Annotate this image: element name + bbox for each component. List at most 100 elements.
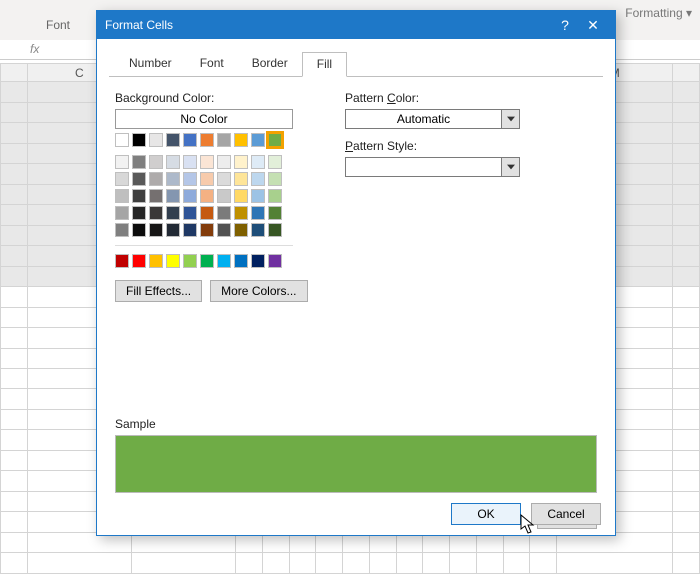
nocolor-button[interactable]: No Color [115, 109, 293, 129]
cell[interactable] [1, 164, 28, 184]
color-swatch[interactable] [200, 206, 214, 220]
color-swatch[interactable] [251, 223, 265, 237]
color-swatch[interactable] [200, 155, 214, 169]
color-swatch[interactable] [115, 172, 129, 186]
color-swatch[interactable] [115, 155, 129, 169]
color-swatch[interactable] [268, 155, 282, 169]
col-header[interactable] [1, 63, 28, 81]
help-button[interactable]: ? [551, 11, 579, 39]
color-swatch[interactable] [217, 172, 231, 186]
color-swatch[interactable] [200, 189, 214, 203]
color-swatch[interactable] [268, 189, 282, 203]
color-swatch[interactable] [183, 223, 197, 237]
color-swatch[interactable] [166, 155, 180, 169]
fill-effects-button[interactable]: Fill Effects... [115, 280, 202, 302]
cell[interactable] [673, 348, 700, 368]
color-swatch[interactable] [132, 254, 146, 268]
cell[interactable] [673, 409, 700, 429]
color-swatch[interactable] [149, 223, 163, 237]
color-swatch[interactable] [132, 155, 146, 169]
color-swatch[interactable] [234, 223, 248, 237]
cell[interactable] [673, 532, 700, 552]
color-swatch[interactable] [251, 254, 265, 268]
cell[interactable] [1, 143, 28, 163]
cell[interactable] [343, 553, 370, 574]
color-swatch[interactable] [234, 189, 248, 203]
color-swatch[interactable] [166, 172, 180, 186]
cell[interactable] [1, 389, 28, 409]
color-swatch[interactable] [115, 189, 129, 203]
color-swatch[interactable] [149, 206, 163, 220]
color-swatch[interactable] [234, 254, 248, 268]
color-swatch[interactable] [183, 189, 197, 203]
color-swatch[interactable] [132, 133, 146, 147]
color-swatch[interactable] [251, 206, 265, 220]
color-swatch[interactable] [183, 172, 197, 186]
color-swatch[interactable] [268, 206, 282, 220]
cell[interactable] [530, 553, 557, 574]
cell[interactable] [1, 246, 28, 266]
cell[interactable] [1, 225, 28, 245]
tab-number[interactable]: Number [115, 52, 186, 77]
color-swatch[interactable] [217, 206, 231, 220]
cell[interactable] [673, 491, 700, 511]
color-swatch[interactable] [234, 155, 248, 169]
color-swatch[interactable] [183, 254, 197, 268]
ok-button[interactable]: OK [451, 503, 521, 525]
color-swatch[interactable] [132, 223, 146, 237]
cell[interactable] [1, 491, 28, 511]
close-button[interactable]: ✕ [579, 11, 607, 39]
color-swatch[interactable] [132, 172, 146, 186]
color-swatch[interactable] [200, 223, 214, 237]
cell[interactable] [1, 307, 28, 327]
cell[interactable] [476, 553, 503, 574]
color-swatch[interactable] [251, 172, 265, 186]
color-swatch[interactable] [115, 223, 129, 237]
color-swatch[interactable] [132, 189, 146, 203]
pattern-style-combo[interactable] [345, 157, 520, 177]
color-swatch[interactable] [200, 172, 214, 186]
cell[interactable] [316, 553, 343, 574]
cell[interactable] [27, 553, 131, 574]
cell[interactable] [673, 246, 700, 266]
cell[interactable] [673, 553, 700, 574]
cell[interactable] [1, 532, 28, 552]
color-swatch[interactable] [166, 206, 180, 220]
color-swatch[interactable] [149, 133, 163, 147]
color-swatch[interactable] [251, 155, 265, 169]
cell[interactable] [236, 553, 263, 574]
color-swatch[interactable] [268, 223, 282, 237]
cell[interactable] [673, 389, 700, 409]
color-swatch[interactable] [132, 206, 146, 220]
color-swatch[interactable] [251, 189, 265, 203]
cell[interactable] [673, 430, 700, 450]
cell[interactable] [1, 409, 28, 429]
color-swatch[interactable] [234, 133, 248, 147]
color-swatch[interactable] [268, 254, 282, 268]
cell[interactable] [673, 82, 700, 102]
chevron-down-icon[interactable] [502, 109, 520, 129]
cell[interactable] [131, 553, 235, 574]
cell[interactable] [673, 143, 700, 163]
cell[interactable] [673, 328, 700, 348]
col-header[interactable] [673, 63, 700, 81]
cell[interactable] [1, 348, 28, 368]
color-swatch[interactable] [217, 133, 231, 147]
tab-border[interactable]: Border [238, 52, 302, 77]
cancel-button[interactable]: Cancel [531, 503, 601, 525]
cell[interactable] [1, 123, 28, 143]
color-swatch[interactable] [234, 206, 248, 220]
cell[interactable] [673, 225, 700, 245]
color-swatch[interactable] [200, 254, 214, 268]
color-swatch[interactable] [217, 254, 231, 268]
cell[interactable] [1, 102, 28, 122]
color-swatch[interactable] [166, 133, 180, 147]
cell[interactable] [557, 553, 673, 574]
color-swatch[interactable] [217, 155, 231, 169]
cell[interactable] [1, 205, 28, 225]
cell[interactable] [423, 553, 450, 574]
cell[interactable] [673, 266, 700, 286]
cell[interactable] [673, 450, 700, 470]
cell[interactable] [1, 266, 28, 286]
cell[interactable] [673, 287, 700, 307]
